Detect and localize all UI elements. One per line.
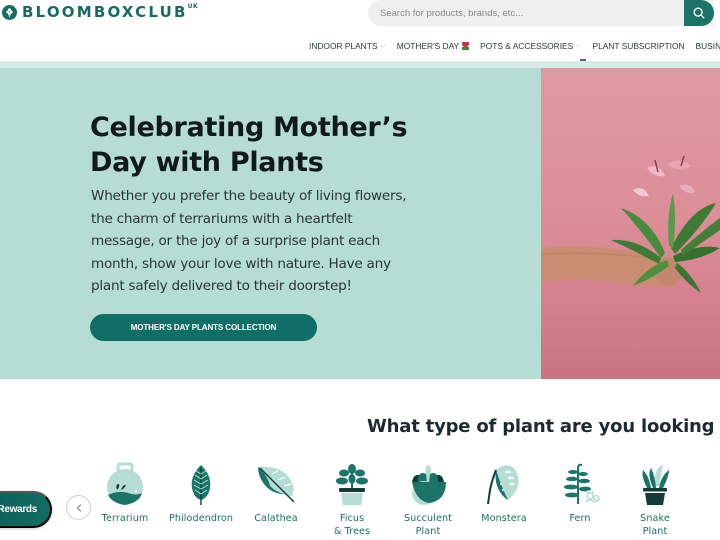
philodendron-leaf-icon: [191, 465, 211, 505]
hero-description: Whether you prefer the beauty of living …: [91, 188, 407, 295]
nav-item-indoor-plants[interactable]: INDOOR PLANTS ⌵: [309, 41, 386, 51]
nav-item-mothers-day[interactable]: MOTHER'S DAY: [396, 41, 470, 51]
terrarium-icon: [107, 462, 143, 505]
category-philodendron[interactable]: Philodendron: [163, 462, 239, 526]
mothers-day-collection-button[interactable]: MOTHER'S DAY PLANTS COLLECTION: [90, 314, 317, 341]
category-label: Snake Plant: [640, 513, 670, 537]
search-input[interactable]: [380, 0, 680, 26]
nav-label: POTS & ACCESSORIES: [480, 41, 574, 51]
arm-holding-plant-illustration: [541, 155, 720, 293]
calathea-leaf-icon: [258, 466, 295, 503]
category-ficus-trees[interactable]: Ficus & Trees: [314, 462, 390, 538]
category-label: Calathea: [254, 513, 298, 524]
nav-item-businesses[interactable]: BUSINESSES: [696, 41, 720, 51]
chevron-left-icon: [76, 503, 81, 512]
plant-types-title: What type of plant are you looking for?: [367, 416, 720, 437]
nav-item-plant-subscription[interactable]: PLANT SUBSCRIPTION: [593, 41, 685, 51]
nav-label: MOTHER'S DAY: [396, 41, 460, 51]
category-terrarium[interactable]: Terrarium: [87, 462, 163, 526]
nav-label: PLANT SUBSCRIPTION: [592, 41, 685, 51]
category-fern[interactable]: Fern: [542, 462, 618, 526]
category-label: Terrarium: [101, 513, 149, 524]
nav-label: BUSINESSES: [695, 41, 720, 51]
hero-title: Celebrating Mother’s Day with Plants: [90, 112, 408, 178]
fern-icon: [564, 463, 601, 504]
chevron-down-icon: ⌵: [576, 42, 582, 49]
succulent-icon: [412, 465, 446, 505]
brand-logo[interactable]: BLOOMBOXCLUB UK: [2, 2, 198, 22]
category-label: Succulent Plant: [403, 513, 453, 537]
search-button[interactable]: [684, 0, 714, 26]
tree-icon: [2, 4, 17, 20]
rewards-button[interactable]: Rewards: [0, 491, 52, 528]
plant-icon: [709, 462, 720, 506]
category-monstera[interactable]: Monstera: [466, 462, 542, 526]
category-snake-plant[interactable]: Snake Plant: [617, 462, 693, 538]
brand-region: UK: [187, 3, 199, 10]
brand-name: BLOOMBOXCLUB: [22, 3, 188, 21]
category-label: Fern: [569, 513, 591, 524]
hero-top-strip: [0, 61, 720, 68]
search-bar: [368, 0, 714, 26]
category-label: Philodendron: [168, 513, 234, 524]
monstera-leaf-icon: [487, 465, 519, 505]
ficus-pot-icon: [336, 464, 368, 505]
nav-label: INDOOR PLANTS: [309, 41, 378, 51]
category-label: Ficus & Trees: [333, 513, 371, 537]
nav-item-pots-accessories[interactable]: POTS & ACCESSORIES ⌵: [480, 41, 581, 51]
search-icon: [693, 7, 705, 19]
hero-image: [541, 68, 720, 379]
category-more-plant[interactable]: [693, 462, 720, 513]
category-succulent-plant[interactable]: Succulent Plant: [390, 462, 466, 538]
category-calathea[interactable]: Calathea: [238, 462, 314, 526]
snake-plant-icon: [642, 464, 669, 505]
category-label: Monstera: [481, 513, 527, 524]
main-nav: INDOOR PLANTS ⌵ MOTHER'S DAY POTS & ACCE…: [309, 38, 720, 54]
tulip-icon: [462, 42, 470, 50]
chevron-down-icon: ⌵: [380, 42, 386, 49]
